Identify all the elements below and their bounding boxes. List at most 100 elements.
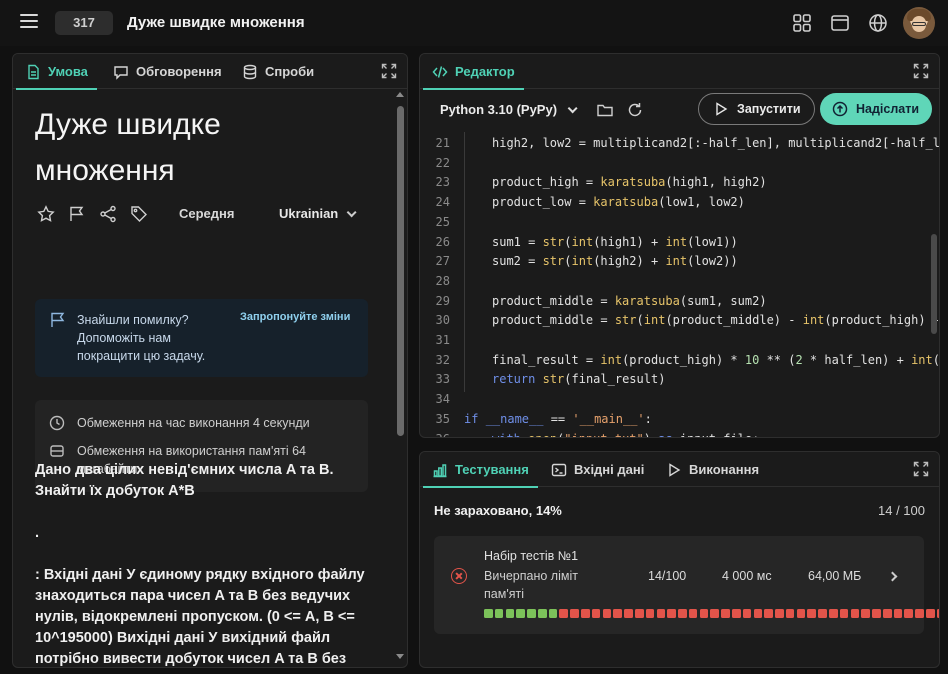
test-suite-card[interactable]: Набір тестів №1 Вичерпано ліміт пам'яті … (434, 536, 939, 634)
tab-label: Виконання (689, 462, 760, 477)
tab-input[interactable]: Вхідні дані (551, 452, 644, 487)
scrollbar-thumb[interactable] (397, 106, 404, 436)
line-number: 21 (435, 136, 450, 150)
editor-toolbar: Python 3.10 (PyPy) Запустити Надіслати (420, 90, 939, 130)
refresh-icon[interactable] (626, 101, 644, 119)
line-number: 31 (435, 333, 450, 347)
line-number: 23 (435, 175, 450, 190)
chat-icon (114, 65, 128, 80)
tab-label: Спроби (265, 64, 315, 79)
play-icon (716, 102, 728, 116)
problem-content: Дуже швидке множення Середня Ukrainian З… (13, 90, 393, 667)
chevron-down-icon (567, 103, 578, 114)
test-result-fail (602, 609, 612, 618)
folder-icon[interactable] (596, 101, 614, 119)
tab-label: Умова (48, 64, 88, 79)
line-number: 25 (435, 214, 450, 229)
tag-icon[interactable] (130, 205, 148, 223)
test-result-fail (775, 609, 784, 618)
tab-label: Редактор (455, 64, 515, 79)
line-number: 27 (435, 254, 450, 269)
memory-icon (50, 445, 64, 457)
line-number: 28 (435, 273, 450, 288)
test-result-fail (688, 609, 698, 618)
problem-number-badge: 317 (55, 11, 113, 35)
suite-time: 4 000 мс (722, 569, 772, 583)
line-number: 36 (428, 430, 450, 438)
verdict-text: Не зараховано, 14% (434, 503, 562, 518)
test-result-fail (559, 609, 569, 618)
line-number: 29 (435, 293, 450, 308)
testing-tabs: Тестування Вхідні дані Виконання (420, 452, 939, 488)
editor-scrollbar-thumb[interactable] (931, 234, 937, 334)
chevron-down-icon (346, 207, 357, 218)
test-result-fail (645, 609, 655, 618)
avatar[interactable] (903, 7, 935, 39)
statement-paragraph: Дано два цілих невід'ємних числа A та B.… (35, 462, 334, 499)
chevron-right-icon (887, 571, 898, 582)
tab-label: Обговорення (136, 64, 222, 79)
line-number: 26 (435, 234, 450, 249)
test-result-fail (581, 609, 590, 618)
document-icon (28, 64, 39, 79)
globe-icon[interactable] (868, 13, 888, 33)
testing-panel: Тестування Вхідні дані Виконання Не зара… (419, 451, 940, 668)
test-result-fail (591, 609, 601, 618)
submit-label: Надіслати (856, 102, 920, 116)
problem-statement: Дано два цілих невід'ємних числа A та B.… (35, 460, 370, 667)
line-number: 35 (435, 411, 450, 426)
flag-icon (51, 312, 65, 327)
test-result-pass (516, 609, 525, 618)
tab-execution[interactable]: Виконання (666, 452, 759, 487)
statement-paragraph: . (35, 525, 40, 541)
run-button[interactable]: Запустити (698, 93, 815, 125)
test-result-fail (829, 609, 838, 618)
star-icon[interactable] (37, 205, 55, 223)
language-selector[interactable]: Ukrainian (279, 206, 357, 221)
test-result-fail (710, 609, 719, 618)
problem-panel: Умова Обговорення Спроби Дуже швидке мно… (12, 53, 408, 668)
tab-editor[interactable]: Редактор (423, 54, 524, 90)
top-bar: 317 Дуже швидке множення (0, 0, 948, 46)
test-result-pass (548, 609, 558, 618)
submit-button[interactable]: Надіслати (820, 93, 932, 125)
grid-layout-icon[interactable] (792, 13, 812, 33)
tab-label: Вхідні дані (574, 462, 645, 477)
expand-icon[interactable] (913, 461, 929, 477)
window-icon[interactable] (830, 13, 850, 33)
expand-icon[interactable] (913, 63, 929, 79)
scrollbar[interactable] (396, 92, 404, 659)
test-result-fail (861, 609, 870, 618)
tab-statement[interactable]: Умова (16, 54, 97, 90)
test-result-fail (904, 609, 914, 618)
chart-icon (433, 463, 447, 477)
flag-icon[interactable] (68, 205, 86, 223)
test-result-fail (796, 609, 806, 618)
database-icon (243, 64, 257, 79)
error-circle-icon (451, 568, 467, 584)
tab-discussion[interactable]: Обговорення (113, 54, 222, 89)
suggest-changes-link[interactable]: Запропонуйте зміни (240, 311, 350, 323)
code-editor[interactable]: 21 high2, low2 = multiplicand2[:-half_len… (420, 132, 939, 438)
share-icon[interactable] (99, 205, 117, 223)
test-result-fail (936, 609, 939, 618)
test-result-fail (624, 609, 633, 618)
tab-attempts[interactable]: Спроби (242, 54, 314, 89)
code-icon (432, 65, 448, 78)
expand-icon[interactable] (381, 63, 397, 79)
statement-paragraph: : Вхідні дані У єдиному рядку вхідного ф… (35, 567, 365, 667)
test-result-fail (742, 609, 752, 618)
test-result-pass (537, 609, 547, 618)
problem-heading: Дуже швидке множення (35, 102, 335, 194)
test-result-fail (667, 609, 676, 618)
language-selector[interactable]: Python 3.10 (PyPy) (440, 102, 578, 117)
line-number: 34 (435, 392, 450, 407)
hamburger-menu-icon[interactable] (20, 14, 38, 30)
tab-testing[interactable]: Тестування (423, 452, 538, 488)
terminal-icon (551, 463, 567, 476)
report-box: Знайшли помилку? Допоможіть нам покращит… (35, 299, 368, 377)
test-result-fail (721, 609, 730, 618)
test-result-fail (839, 609, 849, 618)
test-result-fail (699, 609, 709, 618)
language-value: Python 3.10 (PyPy) (440, 102, 558, 117)
